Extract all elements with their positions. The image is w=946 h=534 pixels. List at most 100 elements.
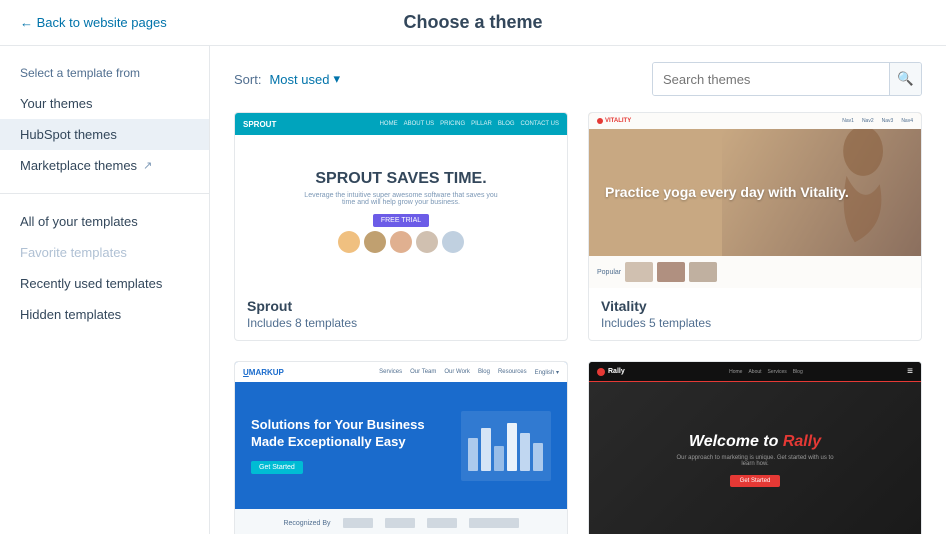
sprout-info: Sprout Includes 8 templates (235, 288, 567, 340)
person-5 (442, 231, 464, 253)
sidebar-item-marketplace-themes[interactable]: Marketplace themes ↗ (0, 150, 209, 181)
vitality-headline: Practice yoga every day with Vitality. (605, 183, 849, 201)
sprout-name: Sprout (247, 298, 555, 314)
theme-card-rally[interactable]: Rally Home About Services Blog ≡ Welc (588, 361, 922, 534)
martech-text: Solutions for Your Business Made Excepti… (251, 417, 449, 475)
sort-select[interactable]: Most used ▾ (269, 71, 340, 87)
sprout-body: SPROUT SAVES TIME. Leverage the intuitiv… (235, 135, 567, 288)
sprout-logo: SPROUT (243, 120, 276, 129)
vitality-popular-label: Popular (597, 269, 621, 276)
vitality-name: Vitality (601, 298, 909, 314)
sidebar-item-label: Recently used templates (20, 276, 162, 291)
theme-preview-rally: Rally Home About Services Blog ≡ Welc (589, 362, 921, 534)
rally-sub: Our approach to marketing is unique. Get… (675, 455, 835, 467)
rally-nav: Rally Home About Services Blog ≡ (589, 362, 921, 382)
vitality-thumb-1 (625, 262, 653, 282)
martech-footer-logo-3 (427, 518, 457, 528)
sidebar-item-label: Favorite templates (20, 245, 127, 260)
sort-row: Sort: Most used ▾ (234, 71, 340, 87)
sidebar-item-label: Marketplace themes (20, 158, 137, 173)
vitality-nav: VITALITY Nav1 Nav2 Nav3 Nav4 (589, 113, 921, 129)
martech-footer-label: Recognized By (283, 520, 330, 527)
sidebar-item-label: Hidden templates (20, 307, 121, 322)
vitality-logo-text: VITALITY (605, 118, 631, 124)
sprout-nav-items: HOME ABOUT US PRICING PILLAR BLOG CONTAC… (380, 121, 559, 127)
main-content: Sort: Most used ▾ 🔍 SPROU (210, 46, 946, 534)
sidebar-item-label: All of your templates (20, 214, 138, 229)
back-link[interactable]: ← Back to website pages (20, 15, 167, 30)
external-link-icon: ↗ (143, 159, 152, 172)
sprout-cta: FREE TRIAL (373, 214, 429, 227)
vitality-thumb-3 (689, 262, 717, 282)
vitality-thumb-2 (657, 262, 685, 282)
martech-cta: Get Started (251, 461, 303, 474)
sidebar-divider (0, 193, 209, 194)
rally-cta: Get Started (730, 475, 781, 487)
theme-grid: SPROUT HOME ABOUT US PRICING PILLAR BLOG… (234, 112, 922, 534)
toolbar: Sort: Most used ▾ 🔍 (234, 62, 922, 96)
sidebar-section-label: Select a template from (0, 66, 209, 88)
sidebar-item-all-templates[interactable]: All of your templates (0, 206, 209, 237)
martech-headline: Solutions for Your Business Made Excepti… (251, 417, 449, 451)
sprout-headline: SPROUT SAVES TIME. (315, 170, 486, 188)
vitality-dot (597, 118, 603, 124)
person-3 (390, 231, 412, 253)
search-icon: 🔍 (897, 71, 914, 87)
martech-footer-logo-4 (469, 518, 519, 528)
rally-menu-icon: ≡ (907, 366, 913, 377)
rally-nav-items: Home About Services Blog (729, 369, 803, 375)
vitality-hero: Practice yoga every day with Vitality. (589, 129, 921, 256)
martech-footer: Recognized By (235, 509, 567, 534)
sidebar-item-hidden-templates[interactable]: Hidden templates (0, 299, 209, 330)
person-4 (416, 231, 438, 253)
sidebar-item-label: HubSpot themes (20, 127, 117, 142)
martech-hero: Solutions for Your Business Made Excepti… (235, 382, 567, 509)
theme-card-vitality[interactable]: VITALITY Nav1 Nav2 Nav3 Nav4 (588, 112, 922, 341)
sidebar: Select a template from Your themes HubSp… (0, 46, 210, 534)
sort-value: Most used (269, 72, 329, 87)
theme-preview-martech: UMARKUP Services Our Team Our Work Blog … (235, 362, 567, 534)
theme-card-sprout[interactable]: SPROUT HOME ABOUT US PRICING PILLAR BLOG… (234, 112, 568, 341)
rally-logo-text: Rally (608, 368, 625, 375)
sidebar-item-recently-used[interactable]: Recently used templates (0, 268, 209, 299)
vitality-count: Includes 5 templates (601, 316, 909, 330)
sprout-count: Includes 8 templates (247, 316, 555, 330)
sidebar-item-label: Your themes (20, 96, 93, 111)
rally-logo: Rally (597, 368, 625, 376)
theme-card-martech[interactable]: UMARKUP Services Our Team Our Work Blog … (234, 361, 568, 534)
sprout-people (338, 231, 464, 253)
search-input[interactable] (653, 63, 889, 95)
vitality-nav-items: Nav1 Nav2 Nav3 Nav4 (842, 118, 913, 124)
back-link-label: ← Back to website pages (20, 15, 167, 30)
vitality-info: Vitality Includes 5 templates (589, 288, 921, 340)
rally-brand-name: Rally (783, 433, 821, 450)
vitality-thumbnails: Popular (589, 256, 921, 288)
sprout-sub: Leverage the intuitive super awesome sof… (301, 192, 501, 206)
martech-nav: UMARKUP Services Our Team Our Work Blog … (235, 362, 567, 382)
vitality-logo: VITALITY (597, 118, 631, 124)
sidebar-item-your-themes[interactable]: Your themes (0, 88, 209, 119)
sort-arrow-icon: ▾ (333, 71, 340, 87)
page-header: ← Back to website pages Choose a theme (0, 0, 946, 46)
sidebar-item-favorite-templates: Favorite templates (0, 237, 209, 268)
person-1 (338, 231, 360, 253)
search-button[interactable]: 🔍 (889, 63, 921, 95)
vitality-text: Practice yoga every day with Vitality. (589, 167, 865, 217)
sidebar-item-hubspot-themes[interactable]: HubSpot themes (0, 119, 209, 150)
sort-label: Sort: (234, 72, 261, 87)
rally-headline: Welcome to Rally (689, 433, 821, 451)
theme-preview-vitality: VITALITY Nav1 Nav2 Nav3 Nav4 (589, 113, 921, 288)
martech-footer-logo-2 (385, 518, 415, 528)
sprout-nav: SPROUT HOME ABOUT US PRICING PILLAR BLOG… (235, 113, 567, 135)
search-box: 🔍 (652, 62, 922, 96)
martech-chart (461, 411, 551, 481)
theme-preview-sprout: SPROUT HOME ABOUT US PRICING PILLAR BLOG… (235, 113, 567, 288)
rally-hero: Welcome to Rally Our approach to marketi… (589, 382, 921, 534)
martech-footer-logo-1 (343, 518, 373, 528)
martech-nav-items: Services Our Team Our Work Blog Resource… (379, 369, 559, 376)
rally-logo-icon (597, 368, 605, 376)
martech-logo: UMARKUP (243, 368, 284, 377)
page-title: Choose a theme (403, 12, 542, 33)
main-layout: Select a template from Your themes HubSp… (0, 46, 946, 534)
person-2 (364, 231, 386, 253)
